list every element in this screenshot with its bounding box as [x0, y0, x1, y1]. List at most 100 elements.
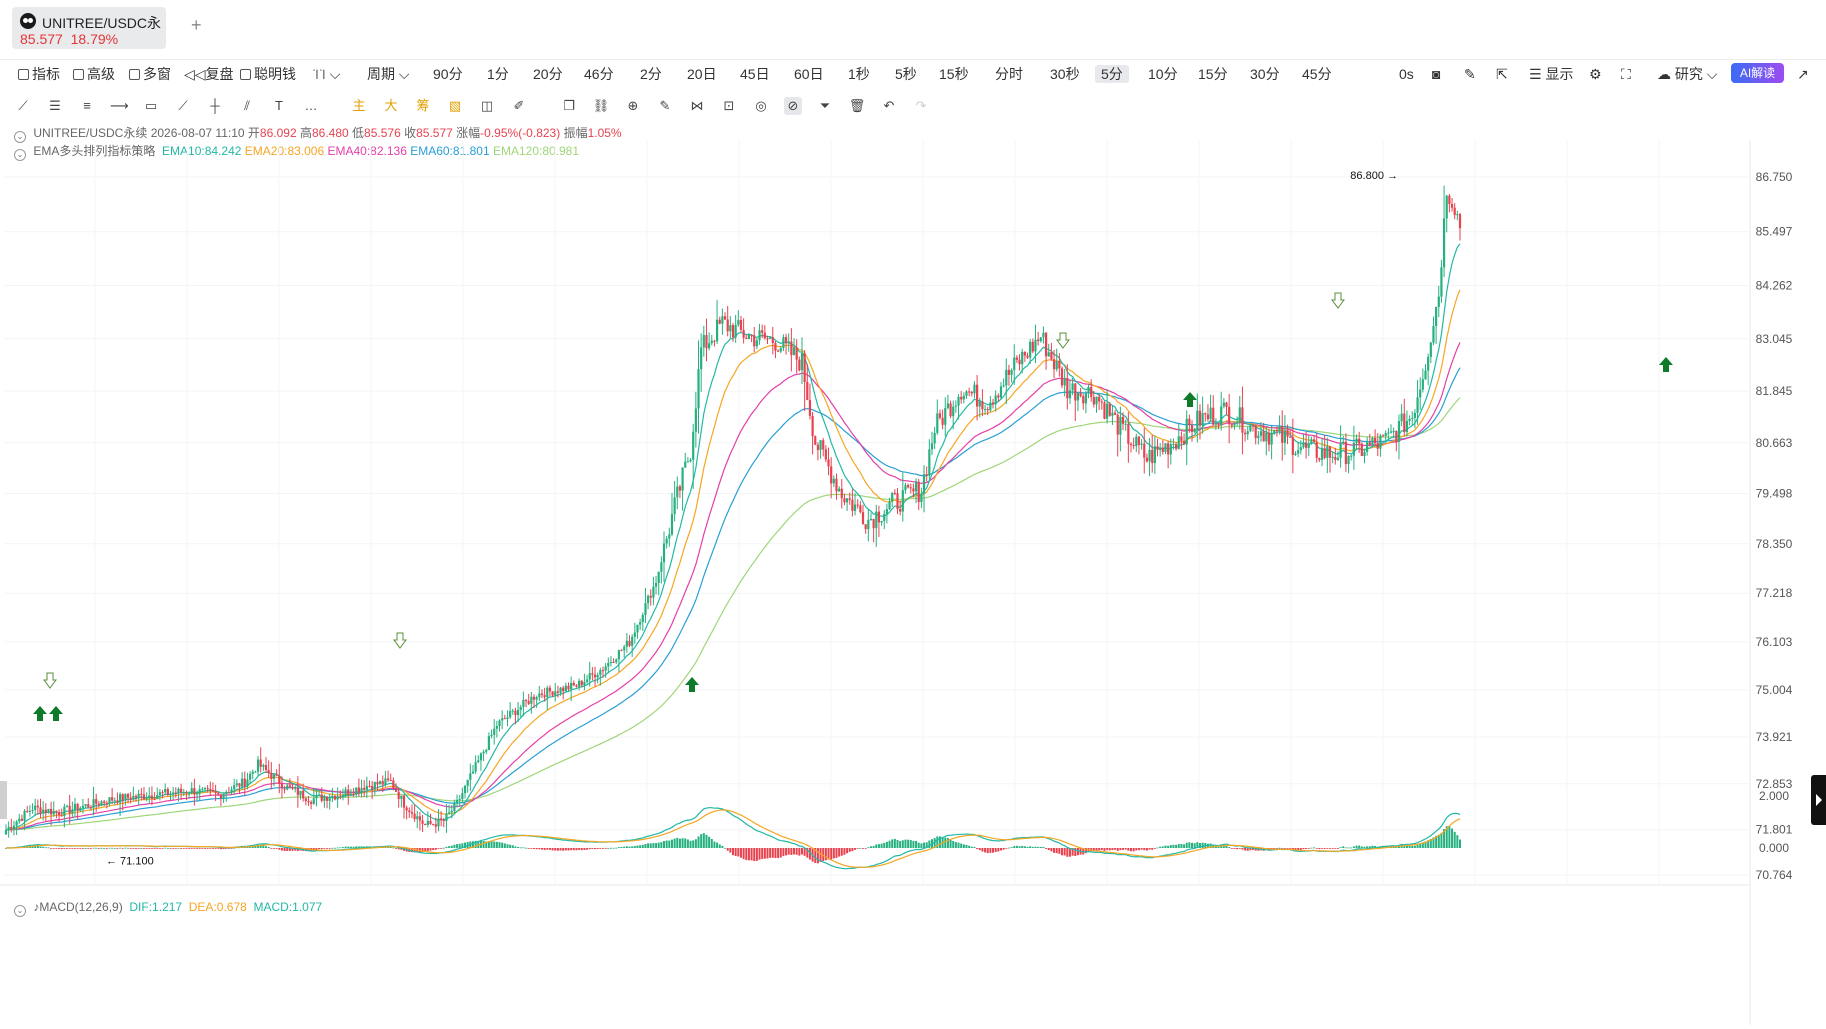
trash-icon[interactable]: 🗑: [848, 97, 866, 115]
candle-body: [649, 595, 652, 598]
more-icon[interactable]: …: [302, 97, 320, 115]
rectangle-icon[interactable]: ▭: [142, 97, 160, 115]
macd-bar: [450, 845, 453, 848]
period-17[interactable]: 45分: [1302, 65, 1332, 83]
camera-icon[interactable]: ◙: [1432, 65, 1440, 83]
horizontal-ray-icon[interactable]: ⟶: [110, 97, 129, 115]
redo-icon[interactable]: ↷: [912, 97, 930, 115]
visibility-toggle-icon[interactable]: ⊘: [784, 97, 802, 115]
period-3[interactable]: 46分: [584, 65, 614, 83]
period-7[interactable]: 60日: [794, 65, 824, 83]
macd-bar: [583, 848, 586, 850]
indicators-button[interactable]: 指标: [18, 65, 60, 83]
period-12[interactable]: 30秒: [1050, 65, 1080, 83]
eraser-icon[interactable]: ✎: [656, 97, 674, 115]
period-2[interactable]: 20分: [533, 65, 563, 83]
macd-bar: [196, 848, 199, 849]
ray-icon[interactable]: ⟋: [174, 97, 192, 115]
add-tab-button[interactable]: +: [191, 16, 202, 34]
lock-icon[interactable]: ⊡: [720, 97, 738, 115]
macd-bar: [607, 847, 610, 849]
period-8[interactable]: 1秒: [848, 65, 870, 83]
vertical-line-icon[interactable]: ┼: [206, 97, 224, 115]
macd-bar: [1344, 847, 1347, 849]
macd-bar: [798, 848, 801, 856]
layers-icon[interactable]: ◫: [478, 97, 496, 115]
macd-bar: [1068, 848, 1071, 857]
macd-bar: [124, 847, 127, 849]
period-15[interactable]: 15分: [1198, 65, 1228, 83]
period-4[interactable]: 2分: [640, 65, 662, 83]
chip-icon[interactable]: 筹: [414, 97, 432, 115]
brush-icon[interactable]: ✐: [510, 97, 528, 115]
pencil-icon[interactable]: ✎: [1464, 65, 1476, 83]
candle-body: [177, 788, 180, 793]
eye-icon[interactable]: ◎: [752, 97, 770, 115]
copy-icon[interactable]: ❐: [560, 97, 578, 115]
candle-body: [92, 799, 95, 808]
advanced-button[interactable]: 高级: [73, 65, 115, 83]
trend-line-icon[interactable]: ⟋: [14, 97, 32, 115]
text-icon[interactable]: T: [270, 97, 288, 115]
right-panel-toggle[interactable]: [1811, 775, 1826, 825]
pattern-icon[interactable]: ▧: [446, 97, 464, 115]
period-9[interactable]: 5秒: [895, 65, 917, 83]
display-button[interactable]: ☰ 显示: [1529, 65, 1573, 83]
undo-icon[interactable]: ↶: [880, 97, 898, 115]
candle-body: [1376, 443, 1379, 449]
channel-icon[interactable]: ⫽: [238, 97, 256, 115]
macd-bar: [140, 847, 143, 849]
candle-body: [1384, 433, 1387, 437]
smart-money-button[interactable]: 聪明钱: [240, 65, 296, 83]
period-1[interactable]: 1分: [487, 65, 509, 83]
settings-icon[interactable]: ⚙: [1589, 65, 1602, 83]
candle-body: [1222, 402, 1225, 407]
macd-bar: [121, 848, 124, 849]
replay-button[interactable]: ◁◁复盘: [184, 65, 234, 83]
link-icon[interactable]: ⛓: [592, 97, 610, 115]
period-14[interactable]: 10分: [1148, 65, 1178, 83]
chart-area[interactable]: ⌄ UNITREE/USDC永续 2026-08-07 11:10 开86.09…: [0, 120, 1826, 1029]
research-button[interactable]: ☁ 研究 ⌵: [1657, 65, 1717, 83]
period-6[interactable]: 45日: [740, 65, 770, 83]
macd-bar: [543, 848, 546, 851]
chart-type-button[interactable]: ꜈꜈ ⌵: [312, 65, 340, 83]
macd-bar: [623, 846, 626, 848]
candle-body: [978, 401, 981, 407]
period-0[interactable]: 90分: [433, 65, 463, 83]
left-panel-handle[interactable]: [0, 781, 7, 819]
candle-body: [662, 543, 666, 563]
ai-analysis-button[interactable]: AI解读: [1731, 63, 1784, 83]
period-11[interactable]: 分时: [995, 65, 1023, 83]
candle-body: [524, 699, 528, 702]
candle-body: [654, 583, 658, 587]
candle-body: [132, 795, 135, 800]
period-dropdown[interactable]: 周期 ⌵: [367, 65, 410, 83]
main-chart-icon[interactable]: 主: [350, 97, 368, 115]
period-10[interactable]: 15秒: [939, 65, 969, 83]
magnet-icon[interactable]: ⋈: [688, 97, 706, 115]
macd-bar: [1453, 831, 1456, 848]
parallel-lines-icon[interactable]: ≡: [78, 97, 96, 115]
candle-body: [795, 347, 798, 360]
multi-window-button[interactable]: 多窗: [129, 65, 171, 83]
macd-bar: [1066, 848, 1069, 857]
trend-icon[interactable]: ↗: [1797, 65, 1809, 83]
filter-icon[interactable]: ⏷: [816, 97, 834, 115]
period-16[interactable]: 30分: [1250, 65, 1280, 83]
symbol-tab[interactable]: UNITREE/USDC永 85.577 18.79%: [12, 7, 166, 49]
horizontal-lines-icon[interactable]: ☰: [46, 97, 64, 115]
large-order-icon[interactable]: 大: [382, 97, 400, 115]
candle-body: [1259, 431, 1263, 436]
period-13[interactable]: 5分: [1095, 65, 1129, 83]
candle-body: [1262, 431, 1265, 442]
period-5[interactable]: 20日: [687, 65, 717, 83]
seconds-display[interactable]: 0s: [1399, 65, 1414, 83]
macd-bar: [885, 841, 888, 848]
export-icon[interactable]: ⇱: [1496, 65, 1508, 83]
ema20-path: [5, 289, 1461, 831]
macd-bar: [334, 847, 337, 849]
fullscreen-icon[interactable]: ⛶: [1621, 65, 1631, 83]
smart-money-label: 聪明钱: [254, 66, 296, 82]
zoom-icon[interactable]: ⊕: [624, 97, 642, 115]
